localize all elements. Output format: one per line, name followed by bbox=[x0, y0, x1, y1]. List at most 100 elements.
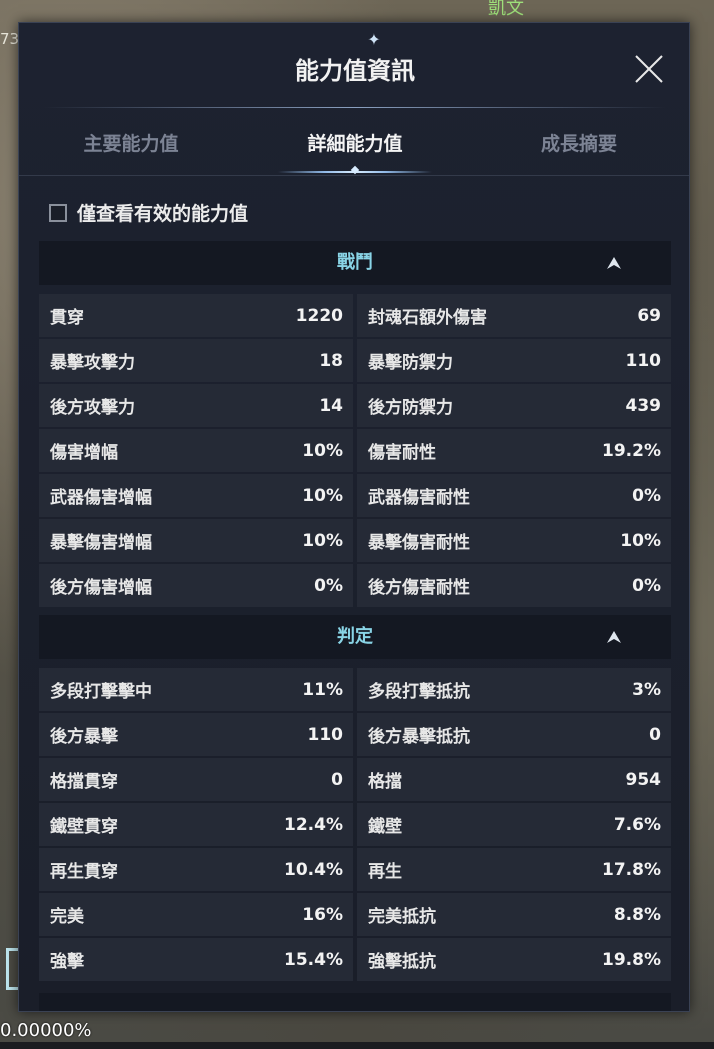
stat-label: 格擋貫穿 bbox=[50, 772, 118, 792]
stat-cell[interactable]: 強擊抵抗 19.8% bbox=[357, 938, 671, 981]
stat-row: 鐵壁貫穿 12.4% 鐵壁 7.6% bbox=[39, 803, 671, 846]
stat-value: 19.8% bbox=[602, 949, 661, 970]
stat-cell[interactable]: 多段打擊擊中 11% bbox=[39, 668, 353, 711]
stat-label: 後方暴擊抵抗 bbox=[368, 727, 470, 747]
stat-label: 強擊 bbox=[50, 952, 84, 972]
stat-value: 19.2% bbox=[602, 440, 661, 461]
tab-growth-summary[interactable]: 成長摘要 bbox=[467, 123, 689, 175]
stat-row: 武器傷害增幅 10% 武器傷害耐性 0% bbox=[39, 474, 671, 517]
stat-cell[interactable]: 封魂石額外傷害 69 bbox=[357, 294, 671, 337]
stat-cell[interactable]: 後方傷害耐性 0% bbox=[357, 564, 671, 607]
section-title: 戰鬥 bbox=[337, 252, 373, 273]
stat-cell[interactable]: 傷害增幅 10% bbox=[39, 429, 353, 472]
stat-row: 暴擊攻擊力 18 暴擊防禦力 110 bbox=[39, 339, 671, 382]
judgement-stats-grid: 多段打擊擊中 11% 多段打擊抵抗 3% 後方暴擊 110 後方暴擊抵抗 0 格擋貫穿 0 格擋 95… bbox=[39, 668, 671, 983]
tab-bar: 主要能力值 詳細能力值 成長摘要 bbox=[19, 123, 689, 175]
tab-main-stats[interactable]: 主要能力值 bbox=[19, 123, 243, 175]
stat-row: 格擋貫穿 0 格擋 954 bbox=[39, 758, 671, 801]
background-bottom-bar bbox=[0, 1042, 714, 1049]
stat-cell[interactable]: 後方暴擊 110 bbox=[39, 713, 353, 756]
stat-cell[interactable]: 後方防禦力 439 bbox=[357, 384, 671, 427]
stat-value: 0% bbox=[632, 575, 661, 596]
stat-value: 3% bbox=[632, 679, 661, 700]
stat-value: 10% bbox=[620, 530, 661, 551]
stat-value: 12.4% bbox=[284, 814, 343, 835]
stat-cell[interactable]: 傷害耐性 19.2% bbox=[357, 429, 671, 472]
background-npc-name: 凱文 bbox=[488, 0, 524, 19]
stat-cell[interactable]: 多段打擊抵抗 3% bbox=[357, 668, 671, 711]
stat-label: 後方防禦力 bbox=[368, 398, 453, 418]
section-title: 判定 bbox=[337, 626, 373, 647]
stat-row: 暴擊傷害增幅 10% 暴擊傷害耐性 10% bbox=[39, 519, 671, 562]
stat-label: 暴擊防禦力 bbox=[368, 353, 453, 373]
stat-cell[interactable]: 暴擊防禦力 110 bbox=[357, 339, 671, 382]
stat-cell[interactable]: 後方攻擊力 14 bbox=[39, 384, 353, 427]
stat-value: 0% bbox=[632, 485, 661, 506]
stat-row: 後方暴擊 110 後方暴擊抵抗 0 bbox=[39, 713, 671, 756]
tab-label: 主要能力值 bbox=[83, 133, 179, 155]
stat-cell[interactable]: 後方暴擊抵抗 0 bbox=[357, 713, 671, 756]
stat-label: 鐵壁貫穿 bbox=[50, 817, 118, 837]
stat-value: 17.8% bbox=[602, 859, 661, 880]
stat-value: 0 bbox=[331, 769, 343, 790]
stat-cell[interactable]: 格擋貫穿 0 bbox=[39, 758, 353, 801]
stat-value: 954 bbox=[625, 769, 662, 790]
stat-value: 10% bbox=[302, 485, 343, 506]
close-icon bbox=[635, 55, 663, 83]
filter-label: 僅查看有效的能力值 bbox=[77, 203, 249, 225]
stat-cell[interactable]: 後方傷害增幅 0% bbox=[39, 564, 353, 607]
stat-cell[interactable]: 暴擊傷害耐性 10% bbox=[357, 519, 671, 562]
stat-cell[interactable]: 完美 16% bbox=[39, 893, 353, 936]
stat-value: 18 bbox=[319, 350, 343, 371]
stat-cell[interactable]: 武器傷害增幅 10% bbox=[39, 474, 353, 517]
stat-label: 強擊抵抗 bbox=[368, 952, 436, 972]
effective-stats-checkbox[interactable] bbox=[49, 203, 67, 222]
next-section-header-partial bbox=[39, 993, 671, 1011]
stat-cell[interactable]: 貫穿 1220 bbox=[39, 294, 353, 337]
stat-cell[interactable]: 暴擊攻擊力 18 bbox=[39, 339, 353, 382]
dialog-title: 能力值資訊 bbox=[295, 57, 415, 85]
stat-value: 11% bbox=[302, 679, 343, 700]
stat-cell[interactable]: 再生 17.8% bbox=[357, 848, 671, 891]
stat-label: 再生貫穿 bbox=[50, 862, 118, 882]
stat-cell[interactable]: 武器傷害耐性 0% bbox=[357, 474, 671, 517]
stat-row: 後方傷害增幅 0% 後方傷害耐性 0% bbox=[39, 564, 671, 607]
section-header-judgement[interactable]: 判定 bbox=[39, 615, 671, 659]
stat-value: 110 bbox=[307, 724, 344, 745]
stat-cell[interactable]: 完美抵抗 8.8% bbox=[357, 893, 671, 936]
stat-label: 傷害耐性 bbox=[368, 443, 436, 463]
stat-label: 完美 bbox=[50, 907, 84, 927]
stat-value: 15.4% bbox=[284, 949, 343, 970]
background-exp-text: 0.00000% bbox=[0, 1020, 92, 1041]
effective-stats-filter[interactable]: 僅查看有效的能力值 bbox=[49, 199, 248, 226]
stat-cell[interactable]: 格擋 954 bbox=[357, 758, 671, 801]
stat-cell[interactable]: 鐵壁 7.6% bbox=[357, 803, 671, 846]
stat-label: 後方傷害增幅 bbox=[50, 578, 152, 598]
stat-label: 暴擊傷害耐性 bbox=[368, 533, 470, 553]
stat-cell[interactable]: 強擊 15.4% bbox=[39, 938, 353, 981]
stat-value: 10% bbox=[302, 440, 343, 461]
stat-label: 再生 bbox=[368, 862, 402, 882]
tabs-divider bbox=[19, 175, 689, 176]
combat-stats-grid: 貫穿 1220 封魂石額外傷害 69 暴擊攻擊力 18 暴擊防禦力 110 後方攻擊力 14 後方防… bbox=[39, 294, 671, 609]
background-left-text: 73 bbox=[0, 30, 20, 48]
section-header-combat[interactable]: 戰鬥 bbox=[39, 241, 671, 285]
stat-value: 7.6% bbox=[613, 814, 661, 835]
close-button[interactable] bbox=[631, 51, 667, 87]
stat-row: 貫穿 1220 封魂石額外傷害 69 bbox=[39, 294, 671, 337]
stat-label: 格擋 bbox=[368, 772, 402, 792]
stat-label: 封魂石額外傷害 bbox=[368, 308, 487, 328]
tab-label: 成長摘要 bbox=[540, 133, 617, 155]
tab-detailed-stats[interactable]: 詳細能力值 bbox=[243, 123, 467, 175]
stat-label: 後方傷害耐性 bbox=[368, 578, 470, 598]
stat-value: 1220 bbox=[295, 305, 343, 326]
stat-value: 10.4% bbox=[284, 859, 343, 880]
stat-row: 後方攻擊力 14 後方防禦力 439 bbox=[39, 384, 671, 427]
stat-cell[interactable]: 鐵壁貫穿 12.4% bbox=[39, 803, 353, 846]
ornament-icon: ✦ bbox=[367, 30, 381, 49]
stat-cell[interactable]: 暴擊傷害增幅 10% bbox=[39, 519, 353, 562]
stat-row: 再生貫穿 10.4% 再生 17.8% bbox=[39, 848, 671, 891]
stat-label: 暴擊攻擊力 bbox=[50, 353, 135, 373]
stat-value: 0% bbox=[314, 575, 343, 596]
stat-cell[interactable]: 再生貫穿 10.4% bbox=[39, 848, 353, 891]
